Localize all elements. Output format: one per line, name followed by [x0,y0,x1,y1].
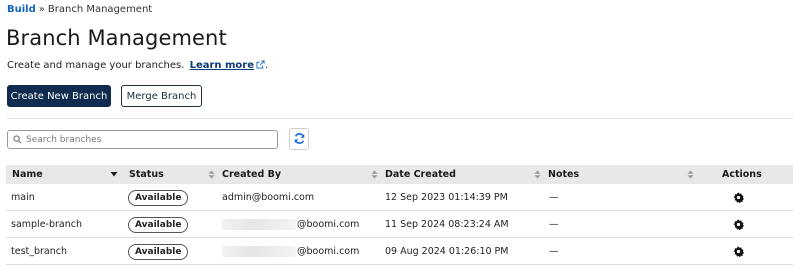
redacted-username [222,246,296,257]
column-header-label: Created By [222,169,282,180]
table-row: sample-branch Available @boomi.com 11 Se… [6,211,793,238]
breadcrumb-separator: » [38,4,45,15]
table-row: main Available admin@boomi.com 12 Sep 20… [6,184,793,211]
table-header: Name Status Created By Date Created Note… [6,165,793,184]
table-row: test_branch Available @boomi.com 09 Aug … [6,238,793,265]
refresh-button[interactable] [289,128,309,150]
column-header-label: Date Created [385,169,456,180]
column-header-label: Status [129,169,164,180]
page-description: Create and manage your branches. Learn m… [7,60,268,72]
column-header-label: Name [12,169,43,180]
notes: — [549,192,559,203]
description-text: Create and manage your branches. [7,60,185,71]
sort-icon [687,170,694,182]
create-new-branch-button[interactable]: Create New Branch [7,85,111,107]
gear-icon[interactable] [733,192,744,203]
sort-icon [534,170,541,182]
column-header-actions: Actions [722,165,792,184]
column-header-label: Actions [722,169,762,180]
created-by: admin@boomi.com [222,192,315,203]
created-by: @boomi.com [297,246,360,257]
created-by-cell: @boomi.com [222,211,359,238]
section-divider [7,118,793,119]
search-icon [13,135,22,144]
branch-name: main [11,192,35,203]
status-badge: Available [128,189,189,206]
column-header-notes[interactable]: Notes [548,165,698,184]
column-header-status[interactable]: Status [129,165,219,184]
sort-desc-icon [110,170,118,181]
branches-table: Name Status Created By Date Created Note… [6,165,793,265]
status-badge: Available [128,243,189,260]
column-header-label: Notes [548,169,580,180]
notes: — [549,246,559,257]
gear-icon[interactable] [733,219,744,230]
merge-branch-button[interactable]: Merge Branch [121,85,202,107]
search-input[interactable] [26,134,266,145]
breadcrumb: Build» Branch Management [7,4,152,15]
gear-icon[interactable] [733,246,744,257]
search-box[interactable] [7,130,278,149]
refresh-icon [293,130,306,149]
sort-icon [371,170,378,182]
created-by: @boomi.com [297,219,360,230]
column-header-name[interactable]: Name [12,165,122,184]
notes: — [549,219,559,230]
status-badge: Available [128,216,189,233]
breadcrumb-current: Branch Management [47,4,153,15]
external-link-icon[interactable] [256,60,265,72]
redacted-username [222,219,296,230]
branch-name: test_branch [11,246,68,257]
created-by-cell: @boomi.com [222,238,359,265]
date-created: 09 Aug 2024 01:26:10 PM [385,246,509,257]
date-created: 12 Sep 2023 01:14:39 PM [385,192,508,203]
date-created: 11 Sep 2024 08:23:24 AM [385,219,509,230]
page-title: Branch Management [6,26,227,50]
column-header-created-by[interactable]: Created By [222,165,382,184]
branch-name: sample-branch [11,219,82,230]
learn-more-link[interactable]: Learn more [190,60,254,71]
column-header-date-created[interactable]: Date Created [385,165,545,184]
breadcrumb-build-link[interactable]: Build [7,4,36,15]
sort-icon [208,170,215,182]
description-period: . [265,60,269,71]
